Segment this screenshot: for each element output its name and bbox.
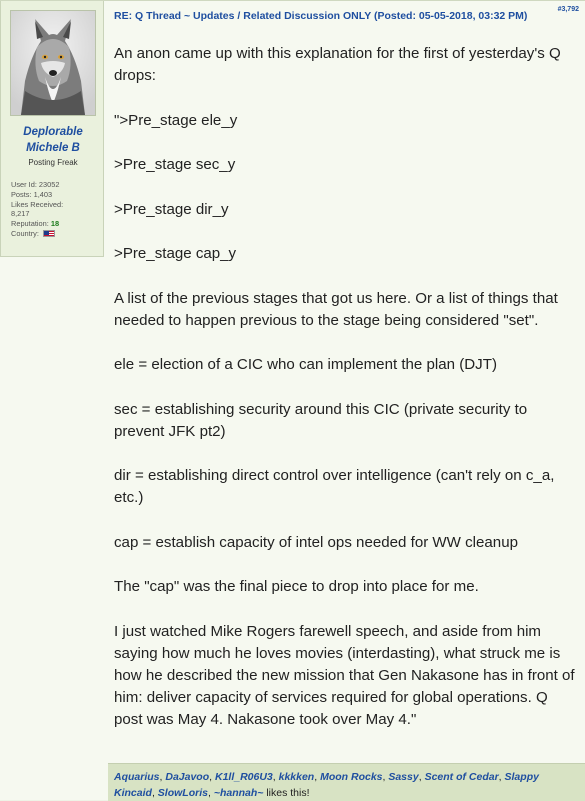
post-paragraph: cap = establish capacity of intel ops ne…	[114, 533, 518, 551]
liker-link[interactable]: Moon Rocks	[320, 771, 382, 783]
post-number-link[interactable]: #3,792	[558, 6, 579, 13]
post-paragraph: ele = election of a CIC who can implemen…	[114, 356, 497, 373]
likes-bar: Aquarius, DaJavoo, K1ll_R06U3, kkkken, M…	[108, 763, 585, 801]
country: Country:	[11, 229, 101, 239]
post-paragraph: An anon came up with this explanation fo…	[114, 45, 561, 84]
likes-received-label: Likes Received:	[11, 199, 64, 209]
author-avatar[interactable]	[10, 10, 96, 116]
post-paragraph: >Pre_stage dir_y	[114, 200, 229, 218]
author-stats: User Id: 23052 Posts: 1,403 Likes Receiv…	[11, 180, 101, 239]
post-paragraph: I just watched Mike Rogers farewell spee…	[114, 622, 575, 728]
liker-link[interactable]: DaJavoo	[165, 771, 209, 783]
liker-link[interactable]: ~hannah~	[214, 787, 264, 799]
liker-link[interactable]: Aquarius	[114, 771, 160, 783]
us-flag-icon	[43, 229, 55, 237]
liker-link[interactable]: Scent of Cedar	[425, 771, 499, 783]
post-content: An anon came up with this explanation fo…	[114, 43, 576, 753]
author-title: Posting Freak	[28, 158, 78, 167]
post-paragraph: >Pre_stage cap_y	[114, 245, 237, 262]
wolf-avatar-icon	[11, 11, 95, 115]
country-label: Country:	[11, 228, 41, 238]
reputation: Reputation: 18	[11, 219, 101, 229]
post-paragraph: ">Pre_stage ele_y	[114, 111, 238, 129]
likes-received-value: 8,217	[11, 209, 30, 219]
forum-post: Deplorable Michele B Posting Freak User …	[0, 0, 585, 801]
reputation-value[interactable]: 18	[51, 219, 59, 228]
likes-suffix: likes this!	[263, 787, 310, 799]
post-paragraph: A list of the previous stages that got u…	[114, 289, 558, 329]
liker-link[interactable]: K1ll_R06U3	[215, 771, 273, 783]
post-paragraph: sec = establishing security around this …	[114, 400, 528, 440]
liker-link[interactable]: kkkken	[279, 771, 315, 783]
post-paragraph: The "cap" was the final piece to drop in…	[114, 578, 479, 595]
author-name-line2[interactable]: Michele B	[1, 141, 105, 155]
post-header[interactable]: RE: Q Thread ~ Updates / Related Discuss…	[114, 10, 534, 22]
author-name-line1[interactable]: Deplorable	[1, 125, 105, 139]
post-paragraph: >Pre_stage sec_y	[114, 156, 236, 173]
post-count: Posts: 1,403	[11, 189, 53, 199]
reputation-label: Reputation:	[11, 219, 51, 229]
user-id: User Id: 23052	[11, 180, 60, 189]
author-sidebar: Deplorable Michele B Posting Freak User …	[0, 1, 104, 257]
liker-link[interactable]: SlowLoris	[158, 787, 208, 799]
liker-link[interactable]: Sassy	[388, 771, 418, 783]
post-paragraph: dir = establishing direct control over i…	[114, 467, 555, 506]
